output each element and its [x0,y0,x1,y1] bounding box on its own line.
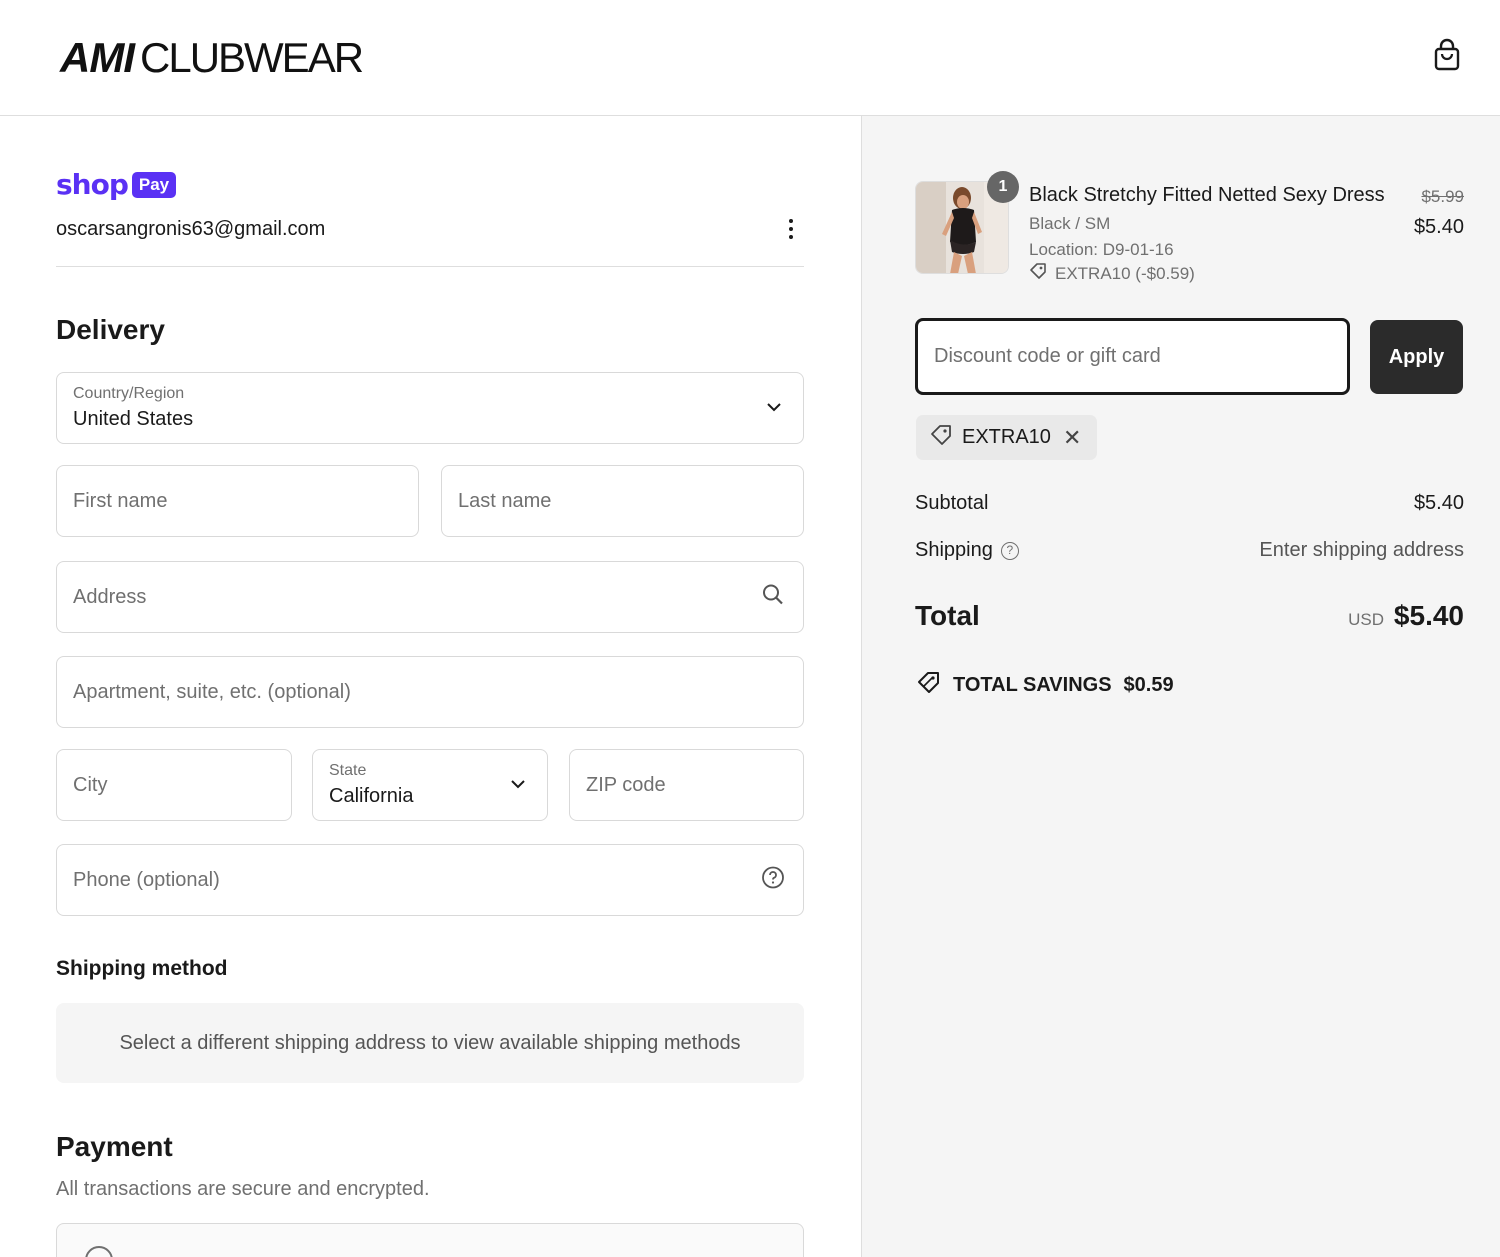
info-icon [85,1246,113,1257]
address-field[interactable] [56,561,804,633]
city-field[interactable] [56,749,292,821]
shop-pay-word: shop [56,168,129,201]
applied-discount-code: EXTRA10 [962,426,1051,448]
shopping-bag-icon[interactable] [1432,38,1462,72]
city-input[interactable] [57,750,291,820]
product-discount-text: EXTRA10 (-$0.59) [1055,263,1195,283]
first-name-field[interactable] [56,465,419,537]
shop-pay-logo: shop Pay [56,168,177,201]
country-select[interactable]: Country/Region United States [56,372,804,444]
phone-field[interactable] [56,844,804,916]
search-icon[interactable] [761,583,785,612]
account-divider [56,266,804,267]
shipping-label: Shipping [915,539,993,561]
total-currency: USD [1348,610,1384,629]
site-header: AMI CLUBWEAR [0,0,1500,116]
logo-bold-text: AMI [60,34,135,81]
account-email: oscarsangronis63@gmail.com [56,218,326,240]
chevron-down-icon [511,776,525,794]
product-location: Location: D9-01-16 [1029,240,1174,259]
original-price: $5.99 [1421,187,1464,206]
quantity-badge: 1 [987,171,1019,203]
payment-notice-box [56,1223,804,1257]
state-select[interactable]: State California [312,749,548,821]
total-savings: TOTAL SAVINGS $0.59 [917,670,1174,700]
discount-input[interactable] [918,321,1347,392]
shipping-help-icon[interactable]: ? [1000,542,1019,560]
more-options-icon[interactable] [780,214,802,244]
country-label: Country/Region [73,385,185,402]
total-value: $5.40 [1393,600,1464,631]
delivery-heading: Delivery [56,314,165,345]
apartment-input[interactable] [57,657,803,727]
product-discount-line: EXTRA10 (-$0.59) [1029,262,1195,285]
help-icon[interactable] [761,866,785,895]
shipping-method-heading: Shipping method [56,957,228,980]
product-title: Black Stretchy Fitted Netted Sexy Dress [1029,184,1385,206]
tag-icon [930,424,952,452]
apply-discount-button[interactable]: Apply [1370,320,1463,394]
shipping-row-label: Shipping? [915,539,1019,562]
last-name-input[interactable] [442,466,803,536]
chevron-down-icon [767,399,781,417]
subtotal-value: $5.40 [1413,492,1464,514]
apartment-field[interactable] [56,656,804,728]
country-value: United States [73,408,194,430]
state-label: State [329,762,367,779]
remove-discount-icon[interactable]: ✕ [1063,425,1081,451]
subtotal-label: Subtotal [915,492,989,514]
final-price: $5.40 [1413,216,1464,238]
last-name-field[interactable] [441,465,804,537]
shop-pay-pill: Pay [131,171,177,198]
logo-light-text: CLUBWEAR [140,34,364,81]
zip-field[interactable] [569,749,804,821]
total-label: Total [915,600,980,631]
payment-subtitle: All transactions are secure and encrypte… [56,1178,430,1200]
phone-input[interactable] [57,845,803,915]
store-logo[interactable]: AMI CLUBWEAR [60,34,364,82]
shipping-value: Enter shipping address [1259,539,1464,561]
tag-icon [1029,262,1047,285]
discount-field[interactable] [915,318,1350,395]
applied-discount-chip: EXTRA10 ✕ [916,415,1098,460]
address-input[interactable] [57,562,803,632]
zip-input[interactable] [570,750,803,820]
first-name-input[interactable] [57,466,418,536]
payment-heading: Payment [56,1131,173,1162]
state-value: California [329,785,414,807]
shipping-method-notice: Select a different shipping address to v… [56,1003,804,1083]
savings-tag-icon [917,670,943,700]
savings-label: TOTAL SAVINGS [953,673,1112,696]
savings-value: $0.59 [1123,673,1174,696]
product-variant: Black / SM [1029,214,1111,233]
